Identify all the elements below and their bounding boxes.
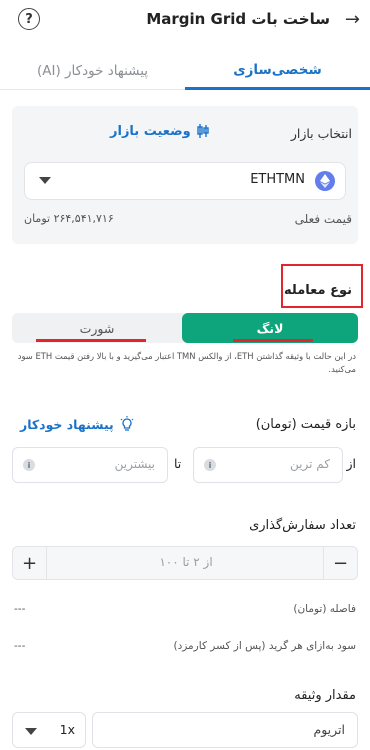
collateral-asset-input[interactable]: اتریوم <box>92 712 358 748</box>
market-status-link[interactable]: وضعیت بازار <box>110 123 210 139</box>
min-price-input[interactable]: کم ترین i <box>193 447 343 483</box>
max-price-input[interactable]: بیشترین i <box>12 447 168 483</box>
help-icon[interactable]: ? <box>18 8 40 30</box>
profit-per-grid-label: سود به‌ازای هر گرید (پس از کسر کارمزد) <box>173 640 356 652</box>
auto-suggest-label: پیشنهاد خودکار <box>20 416 114 432</box>
from-label: از <box>346 456 356 471</box>
collateral-label: مقدار وثیقه <box>294 688 356 703</box>
top-bar: → ساخت بات Margin Grid ? <box>0 0 370 40</box>
market-select[interactable]: ETHTMN <box>24 162 346 200</box>
to-label: تا <box>174 456 182 471</box>
chevron-down-icon <box>39 177 51 184</box>
orders-count-label: تعداد سفارش‌گذاری <box>249 518 356 533</box>
tab-ai-suggest[interactable]: پیشنهاد خودکار (AI) <box>0 52 185 90</box>
collateral-asset-value: اتریوم <box>313 722 345 737</box>
market-status-label: وضعیت بازار <box>110 123 191 139</box>
trade-type-note: در این حالت با وثیقه گذاشتن ETH، از والک… <box>17 351 356 375</box>
chevron-down-icon <box>25 728 37 735</box>
leverage-select[interactable]: 1x <box>12 712 86 748</box>
current-price-label: قیمت فعلی <box>294 212 352 226</box>
orders-count-placeholder: از ۲ تا ۱۰۰ <box>159 555 213 569</box>
market-pair: ETHTMN <box>250 172 305 187</box>
info-icon[interactable]: i <box>204 459 216 471</box>
tab-custom[interactable]: شخصی‌سازی <box>185 52 370 90</box>
page-title: ساخت بات Margin Grid <box>146 10 330 28</box>
market-label: انتخاب بازار <box>290 126 352 141</box>
ethereum-icon <box>315 171 335 191</box>
lightbulb-icon <box>120 416 134 431</box>
leverage-value: 1x <box>59 722 75 737</box>
current-price-value: ۲۶۴,۵۴۱,۷۱۶ تومان <box>24 212 114 225</box>
increment-button[interactable]: + <box>13 547 47 579</box>
max-price-placeholder: بیشترین <box>114 457 155 471</box>
candlestick-icon <box>197 124 209 138</box>
auto-suggest-link[interactable]: پیشنهاد خودکار <box>20 416 135 432</box>
short-underline-mark <box>36 339 146 342</box>
long-underline-mark <box>233 339 313 342</box>
spacing-value: --- <box>14 603 26 615</box>
profit-per-grid-value: --- <box>14 640 26 652</box>
back-arrow-icon[interactable]: → <box>345 9 360 30</box>
orders-count-stepper[interactable]: از ۲ تا ۱۰۰ − + <box>12 546 358 580</box>
trade-type-label: نوع معامله <box>284 283 352 298</box>
decrement-button[interactable]: − <box>323 547 357 579</box>
price-range-label: بازه قیمت (تومان) <box>255 417 356 432</box>
tab-bar: شخصی‌سازی پیشنهاد خودکار (AI) <box>0 52 370 90</box>
spacing-label: فاصله (تومان) <box>293 603 356 615</box>
min-price-placeholder: کم ترین <box>290 457 330 471</box>
info-icon[interactable]: i <box>23 459 35 471</box>
